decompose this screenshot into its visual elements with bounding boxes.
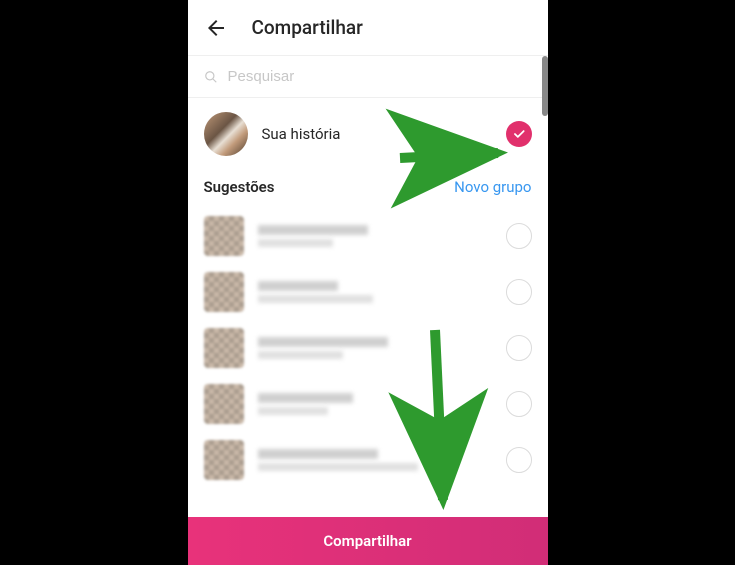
suggestions-header: Sugestões Novo grupo	[188, 170, 548, 208]
suggestion-row[interactable]	[188, 208, 548, 264]
avatar	[204, 272, 244, 312]
suggestion-checkbox[interactable]	[506, 279, 532, 305]
page-title: Compartilhar	[252, 16, 363, 39]
back-button[interactable]	[204, 16, 228, 40]
your-story-label: Sua história	[262, 125, 492, 143]
suggestions-title: Sugestões	[204, 178, 275, 196]
checkmark-icon	[512, 127, 526, 141]
suggestion-row[interactable]	[188, 376, 548, 432]
suggestion-checkbox[interactable]	[506, 335, 532, 361]
header-bar: Compartilhar	[188, 0, 548, 56]
new-group-link[interactable]: Novo grupo	[454, 178, 531, 196]
search-input[interactable]	[228, 68, 532, 85]
share-button[interactable]: Compartilhar	[188, 517, 548, 565]
content-scroll[interactable]: Sua história Sugestões Novo grupo	[188, 98, 548, 517]
story-checkbox[interactable]	[506, 121, 532, 147]
suggestion-name	[258, 393, 492, 415]
avatar	[204, 440, 244, 480]
share-screen: Compartilhar Sua história Sugestões Novo…	[188, 0, 548, 565]
suggestions-list	[188, 208, 548, 488]
suggestion-checkbox[interactable]	[506, 447, 532, 473]
avatar	[204, 216, 244, 256]
suggestion-name	[258, 225, 492, 247]
suggestion-row[interactable]	[188, 432, 548, 488]
search-row[interactable]	[188, 56, 548, 98]
suggestion-checkbox[interactable]	[506, 391, 532, 417]
arrow-left-icon	[204, 16, 228, 40]
suggestion-row[interactable]	[188, 264, 548, 320]
suggestion-row[interactable]	[188, 320, 548, 376]
suggestion-name	[258, 281, 492, 303]
avatar	[204, 112, 248, 156]
avatar	[204, 384, 244, 424]
suggestion-name	[258, 337, 492, 359]
search-icon	[204, 70, 218, 84]
avatar	[204, 328, 244, 368]
scrollbar-thumb[interactable]	[542, 56, 548, 116]
suggestion-name	[258, 449, 492, 471]
suggestion-checkbox[interactable]	[506, 223, 532, 249]
your-story-row[interactable]: Sua história	[188, 98, 548, 170]
